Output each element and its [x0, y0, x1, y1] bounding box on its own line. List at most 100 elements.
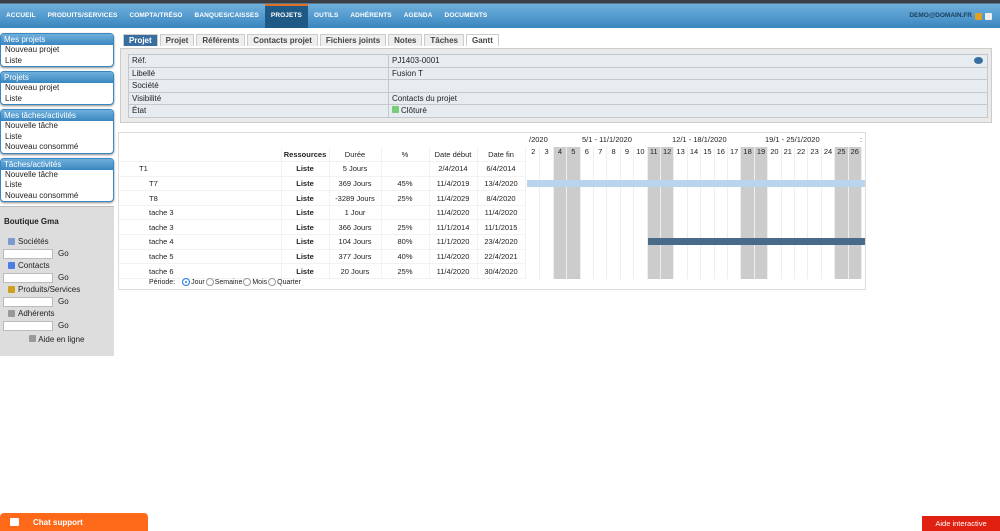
week-label: 19/1 - 25/1/2020 [765, 135, 820, 144]
sidebar-link[interactable]: Nouveau projet [1, 83, 113, 94]
info-value [388, 79, 988, 93]
task-dur: -3289 Jours [329, 190, 382, 206]
task-res[interactable]: Liste [281, 161, 330, 177]
sidebar-link[interactable]: Liste [1, 132, 113, 143]
task-name: T8 [119, 190, 282, 206]
go-button[interactable]: Go [58, 321, 69, 330]
period-radio[interactable] [182, 278, 191, 286]
gantt-task-row: T8 Liste -3289 Jours 25% 11/4/2029 8/4/2020 [119, 190, 526, 206]
search-label: Contacts [8, 260, 111, 271]
task-pct: 25% [381, 219, 430, 236]
task-res[interactable]: Liste [281, 234, 330, 250]
gantt-chart: Ressources Durée% Date début Date fin T1 List… [118, 132, 866, 290]
tab-gantt[interactable]: Gantt [465, 34, 499, 46]
tab-tches[interactable]: Tâches [424, 34, 464, 46]
tab-rfrents[interactable]: Référents [196, 34, 246, 46]
sidebar-link[interactable]: Liste [1, 94, 113, 105]
task-end: 30/4/2020 [477, 263, 526, 279]
help-link[interactable]: Aide en ligne [3, 335, 111, 344]
sidebar-link[interactable]: Liste [1, 180, 113, 191]
gantt-column-header: % [381, 147, 430, 163]
nav-projets[interactable]: PROJETS [264, 4, 308, 28]
tab-projet[interactable]: Projet [123, 34, 158, 46]
sidebar-link[interactable]: Nouvelle tâche [1, 170, 113, 181]
sidebar-link[interactable]: Liste [1, 56, 113, 67]
task-bar[interactable] [647, 238, 865, 245]
nav-documents[interactable]: DOCUMENTS [439, 4, 494, 28]
search-input[interactable] [3, 272, 53, 283]
book-icon [29, 335, 37, 342]
day-column: 2 [527, 147, 541, 279]
period-radio[interactable] [243, 278, 252, 286]
closed-status-icon [392, 106, 399, 114]
nav-comptatrso[interactable]: COMPTA/TRÉSO [123, 4, 188, 28]
sidebar-link[interactable]: Nouveau projet [1, 45, 113, 56]
sidebar-link[interactable]: Nouveau consommé [1, 142, 113, 153]
shop-name: Boutique Gma [4, 217, 59, 226]
task-end: 22/4/2021 [477, 249, 526, 265]
user-area: DEMO@DOMAIN.FR [909, 4, 992, 28]
go-button[interactable]: Go [58, 297, 69, 306]
sidebar-block-title[interactable]: Projets [1, 72, 113, 83]
task-res[interactable]: Liste [281, 219, 330, 236]
day-column: 13 [674, 147, 688, 279]
expand-icon[interactable] [974, 57, 983, 64]
search-input[interactable] [3, 320, 53, 331]
period-label: Période: [149, 278, 176, 286]
day-column: 15 [701, 147, 715, 279]
tab-fichiersjoints[interactable]: Fichiers joints [319, 34, 387, 46]
sidebar-link[interactable]: Nouvelle tâche [1, 121, 113, 132]
lock-icon[interactable] [975, 12, 982, 20]
sidebar-block-title[interactable]: Mes tâches/activités [1, 110, 113, 121]
nav-produitsservices[interactable]: PRODUITS/SERVICES [42, 4, 124, 28]
task-res[interactable]: Liste [281, 205, 330, 221]
day-column: 2 [862, 147, 865, 279]
period-radio[interactable] [205, 278, 214, 286]
info-label: Réf. [128, 54, 389, 68]
search-row: Go [3, 271, 111, 284]
search-input[interactable] [3, 296, 53, 307]
search-row: Go [3, 319, 111, 332]
task-name: tache 4 [119, 234, 282, 250]
week-label: 12/1 - 18/1/2020 [672, 135, 727, 144]
week-label: : [860, 135, 863, 144]
sidebar-link[interactable]: Nouveau consommé [1, 191, 113, 202]
task-dur: 20 Jours [329, 263, 382, 279]
project-info-table: Réf. PJ1403-0001 Libellé Fusion T Société Vis… [128, 54, 988, 118]
task-res[interactable]: Liste [281, 263, 330, 279]
nav-outils[interactable]: OUTILS [308, 4, 344, 28]
period-option-label: Semaine [214, 278, 243, 286]
nav-adhrents[interactable]: ADHÉRENTS [344, 4, 397, 28]
day-column: 23 [808, 147, 822, 279]
sidebar-block-title[interactable]: Tâches/activités [1, 158, 113, 170]
tab-contactsprojet[interactable]: Contacts projet [247, 34, 318, 46]
info-row: Visibilité Contacts du projet [128, 91, 988, 105]
task-res[interactable]: Liste [281, 249, 330, 265]
sidebar-block: Mes projets Nouveau projet Liste [0, 33, 114, 67]
nav-banquescaisses[interactable]: BANQUES/CAISSES [189, 4, 265, 28]
go-button[interactable]: Go [58, 273, 69, 282]
task-pct: 25% [381, 263, 430, 279]
task-pct: 45% [381, 176, 430, 192]
info-row: Société [128, 79, 988, 93]
go-button[interactable]: Go [58, 249, 69, 258]
nav-agenda[interactable]: AGENDA [398, 4, 439, 28]
search-input[interactable] [3, 248, 53, 259]
tab-projet[interactable]: Projet [159, 34, 195, 46]
task-start: 11/4/2019 [429, 176, 478, 192]
period-radio[interactable] [268, 278, 277, 286]
task-pct: 25% [381, 190, 430, 206]
print-icon[interactable] [985, 12, 992, 20]
task-res[interactable]: Liste [281, 176, 330, 192]
task-res[interactable]: Liste [281, 190, 330, 206]
task-bar[interactable] [527, 179, 865, 187]
sidebar-block-title[interactable]: Mes projets [1, 34, 113, 45]
day-column: 8 [607, 147, 621, 279]
tab-notes[interactable]: Notes [388, 34, 423, 46]
interactive-help-button[interactable]: Aide interactive [922, 516, 1000, 531]
chat-support-button[interactable]: Chat support [0, 513, 148, 531]
gantt-task-row: T7 Liste 369 Jours 45% 11/4/2019 13/4/2020 [119, 176, 526, 192]
user-email[interactable]: DEMO@DOMAIN.FR [909, 4, 972, 28]
nav-accueil[interactable]: ACCUEIL [0, 4, 42, 28]
gantt-task-table: Ressources Durée% Date début Date fin T1 List… [119, 147, 526, 279]
